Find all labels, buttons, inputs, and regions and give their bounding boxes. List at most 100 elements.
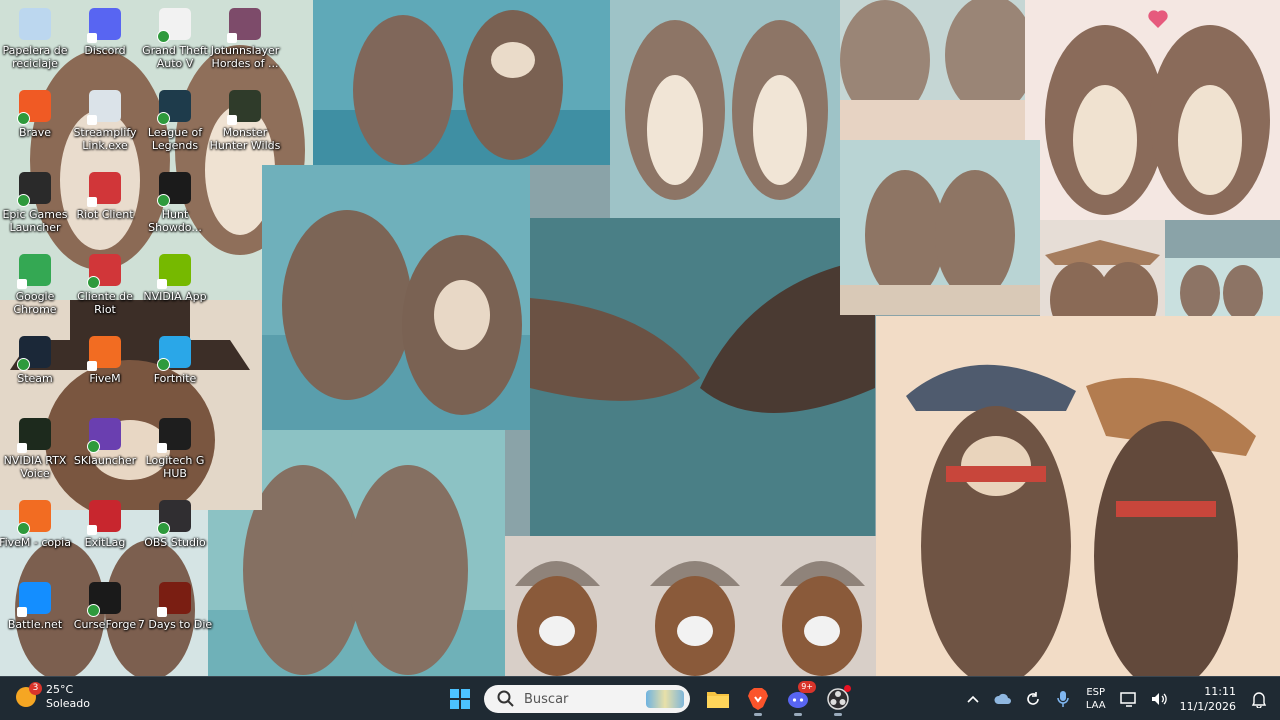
weather-widget[interactable]: 3 25°C Soleado <box>16 682 90 711</box>
desktop-icon-label: NVIDIA App <box>143 290 207 303</box>
desktop-icon[interactable]: Logitech G HUB <box>140 414 210 492</box>
shortcut-arrow-icon <box>157 607 167 617</box>
wallpaper-otter-panel <box>313 0 610 165</box>
brave-taskbar-button[interactable] <box>740 681 776 717</box>
desktop-icon[interactable]: Epic Games Launcher <box>0 168 70 246</box>
notification-center-bell-icon[interactable] <box>1248 688 1270 710</box>
desktop-icon[interactable]: SKlauncher <box>70 414 140 492</box>
discord-taskbar-button[interactable]: 9+ <box>780 681 816 717</box>
chrome-icon <box>17 254 51 289</box>
curseforge-icon <box>87 582 121 617</box>
sync-check-icon <box>157 522 170 535</box>
notification-badge: 3 <box>29 682 42 695</box>
network-monitor-icon[interactable] <box>1118 688 1140 710</box>
search-icon <box>497 690 514 707</box>
wallpaper-otter-panel <box>610 0 840 218</box>
desktop-icon[interactable]: OBS Studio <box>140 496 210 574</box>
system-tray: ESP LAA 11:11 11/1/2026 <box>958 677 1280 720</box>
show-hidden-icons-chevron-icon[interactable] <box>962 688 984 710</box>
desktop-icon[interactable]: CurseForge <box>70 578 140 656</box>
desktop-icon[interactable]: Streamplify Link.exe <box>70 86 140 164</box>
fivem-icon <box>17 500 51 535</box>
clock-time: 11:11 <box>1204 685 1236 698</box>
windows-logo-icon <box>450 689 470 709</box>
desktop-icon[interactable]: Battle.net <box>0 578 70 656</box>
desktop-icon[interactable]: NVIDIA App <box>140 250 210 328</box>
desktop-icon-label: Battle.net <box>7 618 63 631</box>
wallpaper-otter-panel <box>1025 0 1280 220</box>
gta-file-icon <box>157 8 191 43</box>
desktop-icon[interactable]: ExitLag <box>70 496 140 574</box>
desktop-icon-label: Logitech G HUB <box>145 454 205 480</box>
sun-icon: 3 <box>16 682 42 707</box>
desktop-icon[interactable]: Papelera de reciclaje <box>0 4 70 82</box>
desktop-icon[interactable]: League of Legends <box>140 86 210 164</box>
taskbar-search-box[interactable]: Buscar <box>484 685 690 713</box>
desktop-icon-label: Steam <box>17 372 53 385</box>
desktop-icon-label: 7 Days to Die <box>137 618 213 631</box>
recycle-bin-icon <box>19 8 51 40</box>
refresh-icon[interactable] <box>1022 688 1044 710</box>
desktop-icon[interactable]: NVIDIA RTX Voice <box>0 414 70 492</box>
desktop-icon[interactable]: Riot Client <box>70 168 140 246</box>
desktop-icon-label: Epic Games Launcher <box>2 208 68 234</box>
desktop-icon[interactable]: Steam <box>0 332 70 410</box>
sync-check-icon <box>157 358 170 371</box>
desktop-icon-label: FiveM <box>89 372 121 385</box>
file-explorer-button[interactable] <box>700 681 736 717</box>
desktop-icon[interactable]: FiveM - copia <box>0 496 71 574</box>
taskbar-clock[interactable]: 11:11 11/1/2026 <box>1180 684 1236 714</box>
desktop-icon[interactable]: Monster Hunter Wilds <box>210 86 280 164</box>
sync-check-icon <box>87 604 100 617</box>
shortcut-arrow-icon <box>87 525 97 535</box>
start-button[interactable] <box>442 681 478 717</box>
discord-icon <box>87 8 121 43</box>
desktop-icon[interactable]: Google Chrome <box>0 250 70 328</box>
desktop-icon-label: OBS Studio <box>144 536 206 549</box>
epic-games-icon <box>17 172 51 207</box>
desktop-icon-label: Google Chrome <box>13 290 57 316</box>
desktop-icon-label: Papelera de reciclaje <box>2 44 68 70</box>
brave-icon <box>17 90 51 125</box>
hunt-showdown-icon <box>157 172 191 207</box>
shortcut-arrow-icon <box>87 361 97 371</box>
keyboard-layout: LAA <box>1085 700 1106 711</box>
desktop-icon[interactable]: Fortnite <box>140 332 210 410</box>
desktop-icon-label: Streamplify Link.exe <box>73 126 137 152</box>
riot-client-icon <box>87 254 121 289</box>
desktop-icon-label: ExitLag <box>84 536 126 549</box>
volume-icon[interactable] <box>1148 688 1170 710</box>
sync-check-icon <box>17 358 30 371</box>
nvidia-rtx-voice-icon <box>17 418 51 453</box>
exitlag-icon <box>87 500 121 535</box>
obs-icon <box>157 500 191 535</box>
desktop-icon-label: CurseForge <box>73 618 137 631</box>
cloud-sync-icon[interactable] <box>992 688 1014 710</box>
battlenet-icon <box>17 582 51 617</box>
desktop-icon[interactable]: Grand Theft Auto V <box>140 4 210 82</box>
desktop-icon[interactable]: Cliente de Riot <box>70 250 140 328</box>
search-placeholder: Buscar <box>524 691 569 707</box>
desktop-icon[interactable]: Discord <box>70 4 140 82</box>
shortcut-arrow-icon <box>87 197 97 207</box>
sync-check-icon <box>157 194 170 207</box>
nvidia-icon <box>157 254 191 289</box>
streamplify-icon <box>87 90 121 125</box>
wallpaper-otter-panel <box>876 316 1280 676</box>
seven-days-icon <box>157 582 191 617</box>
desktop-icon[interactable]: Hunt Showdo... <box>140 168 210 246</box>
desktop-icon[interactable]: Brave <box>0 86 70 164</box>
desktop-icon-label: Brave <box>18 126 52 139</box>
fortnite-icon <box>157 336 191 371</box>
input-language-indicator[interactable]: ESP LAA <box>1086 686 1106 712</box>
shortcut-arrow-icon <box>87 115 97 125</box>
desktop-icon[interactable]: Jotunnslayer Hordes of ... <box>210 4 280 82</box>
desktop-icon-label: Cliente de Riot <box>77 290 133 316</box>
desktop-icon[interactable]: FiveM <box>70 332 140 410</box>
riot-client-icon <box>87 172 121 207</box>
obs-taskbar-button[interactable] <box>820 681 856 717</box>
desktop-icon[interactable]: 7 Days to Die <box>137 578 213 656</box>
weather-condition: Soleado <box>46 697 90 710</box>
sklauncher-icon <box>87 418 121 453</box>
microphone-icon[interactable] <box>1052 688 1074 710</box>
